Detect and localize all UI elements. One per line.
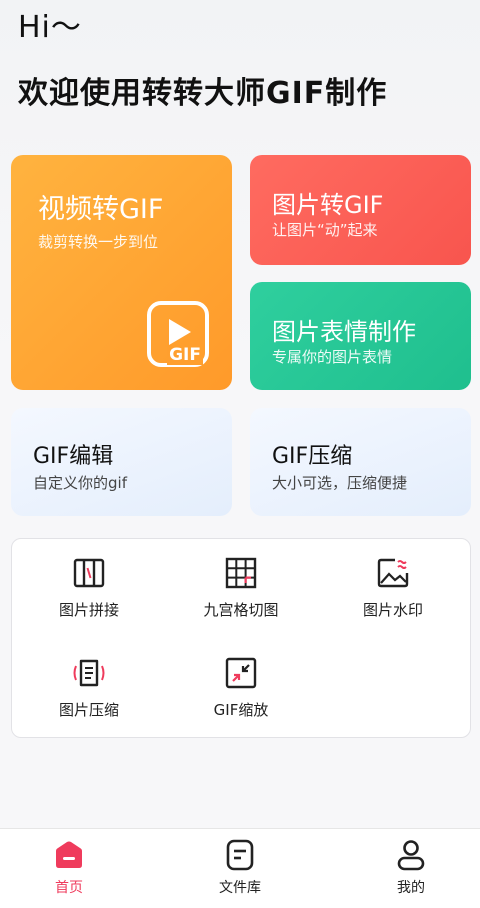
tool-label: 图片压缩 [58, 701, 119, 719]
video-to-gif-card[interactable]: 视频转GIF 裁剪转换一步到位 GIF [11, 155, 232, 390]
gif-compress-card[interactable]: GIF压缩 大小可选，压缩便捷 [250, 408, 471, 516]
tool-label: GIF缩放 [213, 701, 269, 719]
tool-watermark[interactable]: 图片水印 [318, 557, 468, 620]
sticker-maker-title: 图片表情制作 [272, 318, 416, 346]
grid-cut-icon [225, 557, 257, 589]
gif-compress-title: GIF压缩 [272, 444, 353, 469]
tab-label: 首页 [55, 880, 83, 896]
tool-label: 九宫格切图 [203, 601, 279, 619]
gif-edit-subtitle: 自定义你的gif [33, 474, 127, 492]
file-library-icon [226, 839, 254, 871]
home-icon [56, 841, 82, 868]
bottom-tab-bar: 首页 文件库 我的 [0, 828, 480, 908]
tool-gif-scale[interactable]: GIF缩放 [166, 657, 316, 720]
tool-label: 图片拼接 [58, 601, 119, 619]
gif-compress-subtitle: 大小可选，压缩便捷 [272, 474, 408, 492]
tab-home[interactable]: 首页 [29, 839, 109, 897]
tab-label: 文件库 [219, 880, 261, 896]
image-to-gif-title: 图片转GIF [272, 191, 384, 219]
tool-label: 图片水印 [362, 601, 423, 619]
gif-badge-label: GIF [167, 345, 203, 365]
gif-edit-title: GIF编辑 [33, 444, 114, 469]
image-to-gif-card[interactable]: 图片转GIF 让图片“动”起来 [250, 155, 471, 265]
gif-edit-card[interactable]: GIF编辑 自定义你的gif [11, 408, 232, 516]
tab-file-library[interactable]: 文件库 [200, 839, 280, 897]
sticker-maker-subtitle: 专属你的图片表情 [272, 348, 393, 366]
sticker-maker-card[interactable]: 图片表情制作 专属你的图片表情 [250, 282, 471, 390]
tool-image-compress[interactable]: 图片压缩 [14, 657, 164, 720]
video-to-gif-title: 视频转GIF [38, 194, 164, 225]
video-to-gif-subtitle: 裁剪转换一步到位 [38, 233, 159, 251]
tool-image-stitch[interactable]: 图片拼接 [14, 557, 164, 620]
gif-play-icon: GIF [147, 301, 209, 367]
play-icon [169, 319, 191, 345]
tab-profile[interactable]: 我的 [371, 839, 451, 897]
image-compress-icon [73, 659, 105, 687]
tools-panel: 图片拼接 九宫格切图 图片水印 图片压缩 GIF缩放 [11, 538, 471, 738]
image-stitch-icon [73, 558, 105, 588]
tab-label: 我的 [397, 880, 425, 896]
profile-icon [397, 840, 425, 871]
welcome-title: 欢迎使用转转大师GIF制作 [18, 76, 388, 111]
gif-scale-icon [225, 657, 257, 689]
watermark-icon [377, 558, 409, 588]
tool-grid-cut[interactable]: 九宫格切图 [166, 557, 316, 620]
greeting-text: Hi～ [18, 10, 82, 45]
image-to-gif-subtitle: 让图片“动”起来 [272, 221, 378, 239]
